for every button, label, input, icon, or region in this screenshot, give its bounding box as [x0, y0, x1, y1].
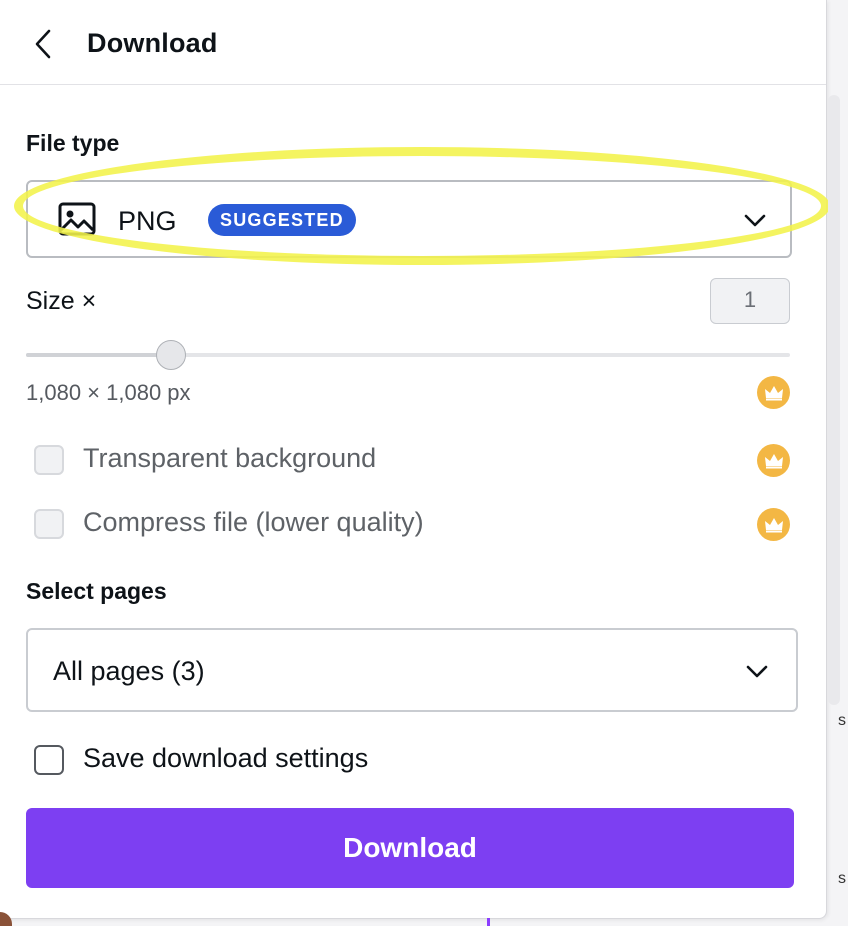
pages-dropdown[interactable]: All pages (3)	[26, 628, 798, 712]
save-settings-checkbox[interactable]	[34, 745, 64, 775]
scrollbar[interactable]	[828, 95, 840, 705]
compress-file-checkbox[interactable]	[34, 509, 64, 539]
crown-icon	[757, 444, 790, 477]
back-button[interactable]	[26, 26, 60, 62]
size-slider-thumb[interactable]	[156, 340, 187, 370]
size-multiplier-input[interactable]: 1	[710, 278, 790, 324]
download-panel: Download File type PNG SUGGESTED Size × …	[0, 0, 827, 919]
background-canvas-edge	[487, 918, 490, 926]
size-label: Size ×	[26, 287, 97, 315]
edge-text-fragment: s	[838, 870, 846, 887]
panel-header: Download	[0, 0, 826, 85]
file-type-value: PNG	[118, 206, 177, 236]
transparent-background-label: Transparent background	[83, 443, 377, 473]
suggested-badge: SUGGESTED	[208, 204, 356, 236]
chevron-left-icon	[35, 29, 51, 59]
file-type-dropdown[interactable]: PNG SUGGESTED	[26, 180, 792, 258]
pages-value: All pages (3)	[53, 656, 205, 686]
edge-text-fragment: s	[838, 712, 846, 729]
crown-icon	[757, 508, 790, 541]
dimensions-text: 1,080 × 1,080 px	[26, 380, 191, 405]
page-title: Download	[87, 28, 218, 58]
download-button[interactable]: Download	[26, 808, 794, 888]
chevron-down-icon	[744, 214, 766, 227]
compress-file-label: Compress file (lower quality)	[83, 507, 424, 537]
select-pages-label: Select pages	[26, 578, 167, 604]
crown-icon	[757, 376, 790, 409]
size-slider-track[interactable]	[26, 353, 790, 357]
chevron-down-icon	[746, 665, 768, 678]
transparent-background-checkbox[interactable]	[34, 445, 64, 475]
file-type-label: File type	[26, 130, 120, 156]
image-icon	[58, 202, 96, 236]
size-slider-fill	[26, 353, 172, 357]
save-settings-label: Save download settings	[83, 743, 369, 773]
